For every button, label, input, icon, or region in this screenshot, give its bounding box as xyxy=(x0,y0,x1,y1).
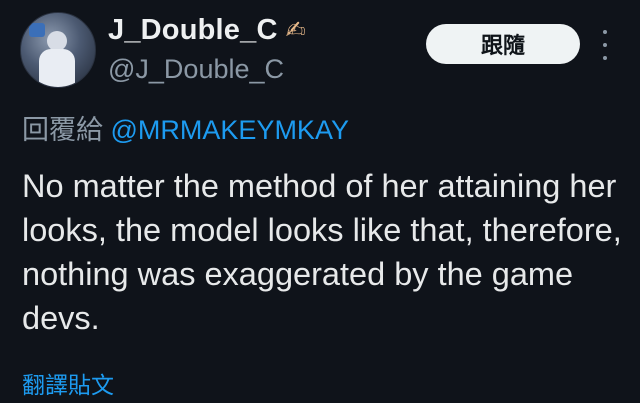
reply-mention-link[interactable]: @MRMAKEYMKAY xyxy=(111,115,349,145)
display-name[interactable]: J_Double_C xyxy=(108,14,278,47)
user-handle[interactable]: @J_Double_C xyxy=(108,54,284,85)
more-dot xyxy=(603,56,607,60)
tweet-text: No matter the method of her attaining he… xyxy=(22,168,622,336)
display-name-row: J_Double_C ✍ xyxy=(108,14,306,47)
reply-context: 回覆給 @MRMAKEYMKAY xyxy=(22,108,349,147)
more-options-icon[interactable] xyxy=(600,30,610,60)
tweet-card: J_Double_C ✍ @J_Double_C 跟隨 回覆給 @MRMAKEY… xyxy=(0,0,640,403)
more-dot xyxy=(603,30,607,34)
more-dot xyxy=(603,43,607,47)
translate-post-link[interactable]: 翻譯貼文 xyxy=(22,366,114,400)
reply-prefix: 回覆給 xyxy=(22,115,103,145)
avatar-figure-body xyxy=(39,49,75,87)
follow-button[interactable]: 跟隨 xyxy=(426,24,580,64)
avatar[interactable] xyxy=(20,12,96,88)
avatar-figure-head xyxy=(47,31,67,51)
writing-hand-icon: ✍ xyxy=(285,16,306,44)
avatar-accent xyxy=(29,23,45,37)
